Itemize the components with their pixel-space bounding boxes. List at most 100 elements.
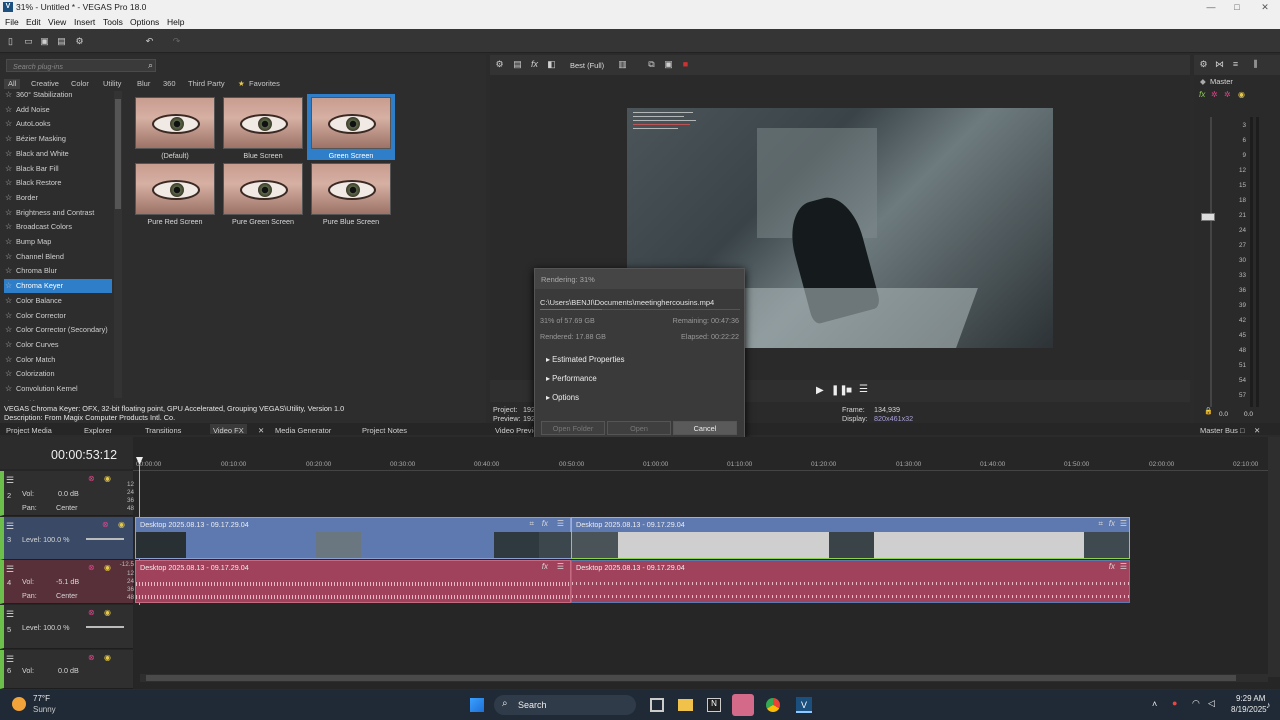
settings-icon[interactable]: ⚙ (1199, 60, 1208, 69)
menu-insert[interactable]: Insert (74, 17, 95, 27)
fx-icon[interactable]: fx (542, 562, 548, 571)
windows-start-icon[interactable] (470, 698, 484, 712)
menu-tools[interactable]: Tools (103, 17, 123, 27)
tab-media-generator[interactable]: Media Generator (275, 426, 331, 435)
clip-menu-icon[interactable]: ☰ (557, 519, 564, 528)
list-item[interactable]: Black Restore (4, 176, 112, 190)
pan-value[interactable]: Center (56, 591, 78, 600)
list-item[interactable]: Broadcast Colors (4, 220, 112, 234)
menu-file[interactable]: File (5, 17, 19, 27)
list-item[interactable]: Color Match (4, 353, 112, 367)
settings-icon[interactable]: ⚙ (495, 60, 504, 69)
fx-icon[interactable]: fx (1109, 562, 1115, 571)
tab-master-bus[interactable]: Master Bus (1200, 426, 1238, 435)
fx-icon[interactable]: fx (542, 519, 548, 528)
section-options[interactable]: ▸ Options (546, 393, 579, 402)
mute-icon[interactable]: ⊗ (88, 653, 95, 662)
tab-explorer[interactable]: Explorer (84, 426, 112, 435)
overlays-icon[interactable]: ▥ (618, 60, 627, 69)
solo-icon[interactable]: ◉ (104, 563, 111, 572)
preset-thumbnail-selected[interactable] (311, 97, 391, 149)
mute-icon[interactable]: ⊗ (102, 520, 109, 529)
list-item[interactable]: Add Noise (4, 103, 112, 117)
mute-icon[interactable]: ⊗ (88, 608, 95, 617)
fx-icon[interactable]: fx (1199, 90, 1205, 99)
list-item[interactable]: Color Corrector (4, 309, 112, 323)
solo-icon[interactable]: ◉ (104, 653, 111, 662)
list-item[interactable]: Chroma Blur (4, 264, 112, 278)
level-value[interactable]: Level: 100.0 % (22, 623, 70, 632)
preview-quality-dropdown[interactable]: Best (Full) (570, 61, 604, 70)
chrome-icon[interactable] (766, 698, 780, 712)
tray-chevron-icon[interactable]: ˄ (1152, 699, 1157, 709)
track-menu-icon[interactable]: ☰ (6, 654, 14, 665)
crop-icon[interactable]: ⌗ (529, 519, 534, 529)
level-value[interactable]: Level: 100.0 % (22, 535, 70, 544)
solo-icon[interactable]: ◉ (1238, 90, 1245, 99)
split-screen-icon[interactable]: ◧ (547, 60, 556, 69)
level-slider[interactable] (86, 626, 124, 628)
redo-icon[interactable]: ↷ (172, 37, 181, 46)
tab-transitions[interactable]: Transitions (145, 426, 181, 435)
clip-menu-icon[interactable]: ☰ (557, 562, 564, 571)
preview-props-icon[interactable]: ▤ (513, 60, 522, 69)
play-icon[interactable]: ▶ (816, 385, 824, 396)
automation-icon[interactable]: ✲ (1224, 90, 1231, 99)
mute-icon[interactable]: ⊗ (88, 563, 95, 572)
stop-icon[interactable]: ■ (846, 385, 852, 396)
track-menu-icon[interactable]: ☰ (6, 521, 14, 532)
list-item[interactable]: Black Bar Fill (4, 162, 112, 176)
clock-date[interactable]: 8/19/2025 (1231, 705, 1267, 714)
video-clip[interactable]: Desktop 2025.08.13 - 09.17.29.04 ⌗ fx ☰ (571, 517, 1130, 559)
track-header[interactable]: ☰ 4 ⊗ ◉ Vol: -5.1 dB Pan: Center -12.5 12… (0, 560, 134, 604)
list-item[interactable]: Bézier Masking (4, 132, 112, 146)
file-explorer-icon[interactable] (678, 699, 693, 711)
pan-value[interactable]: Center (56, 503, 78, 512)
open-folder-button[interactable]: Open Folder (541, 421, 605, 435)
tab-project-notes[interactable]: Project Notes (362, 426, 407, 435)
mute-icon[interactable]: ⊗ (88, 474, 95, 483)
save-as-icon[interactable]: ▤ (57, 37, 66, 46)
clip-menu-icon[interactable]: ☰ (1120, 562, 1127, 571)
section-estimated-properties[interactable]: ▸ Estimated Properties (546, 355, 624, 364)
plugin-list-scrollbar[interactable] (114, 91, 122, 398)
tab-project-media[interactable]: Project Media (6, 426, 52, 435)
vol-value[interactable]: -5.1 dB (56, 577, 79, 586)
open-folder-icon[interactable]: ▭ (24, 37, 33, 46)
track-menu-icon[interactable]: ☰ (6, 609, 14, 620)
preset-thumbnail[interactable] (311, 163, 391, 215)
record-icon[interactable]: ■ (681, 60, 690, 69)
category-blur[interactable]: Blur (137, 79, 150, 89)
track-header[interactable]: ☰ 6 ⊗ ◉ Vol: 0.0 dB (0, 650, 133, 689)
preset-thumbnail[interactable] (135, 163, 215, 215)
master-fader-handle[interactable] (1201, 213, 1215, 221)
menu-view[interactable]: View (48, 17, 66, 27)
mute-icon[interactable]: ✲ (1211, 90, 1218, 99)
video-clip[interactable]: Desktop 2025.08.13 - 09.17.29.04 ⌗ fx ☰ (135, 517, 571, 559)
list-item[interactable]: Brightness and Contrast (4, 206, 112, 220)
taskbar-search-box[interactable]: ⌕ Search (494, 695, 636, 715)
list-item[interactable]: Black and White (4, 147, 112, 161)
preset-thumbnail[interactable] (223, 97, 303, 149)
category-third-party[interactable]: Third Party (188, 79, 225, 89)
list-item[interactable]: Color Curves (4, 338, 112, 352)
timeline-vertical-scrollbar[interactable] (1268, 437, 1280, 677)
list-item[interactable]: Cookie Cutter (4, 397, 112, 401)
track-header[interactable]: ☰ 2 ⊗ ◉ Vol: 0.0 dB Pan: Center 12 24 36 48 (0, 471, 134, 516)
track-header[interactable]: ☰ 5 ⊗ ◉ Level: 100.0 % (0, 605, 133, 649)
notion-icon[interactable]: N (707, 698, 721, 712)
plugin-search-box[interactable]: Search plug-ins ⌕ (6, 59, 156, 72)
close-icon[interactable]: ✕ (1252, 0, 1278, 15)
track-header[interactable]: ☰ 3 ⊗ ◉ Level: 100.0 % (0, 517, 133, 560)
section-performance[interactable]: ▸ Performance (546, 374, 597, 383)
vegas-taskbar-icon[interactable]: V (796, 697, 812, 713)
menu-edit[interactable]: Edit (26, 17, 41, 27)
category-favorites[interactable]: Favorites (249, 79, 280, 89)
list-item[interactable]: Border (4, 191, 112, 205)
weather-temp[interactable]: 77°F (33, 694, 50, 703)
list-item[interactable]: Color Balance (4, 294, 112, 308)
lock-icon[interactable]: 🔒 (1204, 407, 1213, 415)
list-item[interactable]: Bump Map (4, 235, 112, 249)
undo-icon[interactable]: ↶ (145, 37, 154, 46)
save-snapshot-icon[interactable]: ▣ (664, 60, 673, 69)
